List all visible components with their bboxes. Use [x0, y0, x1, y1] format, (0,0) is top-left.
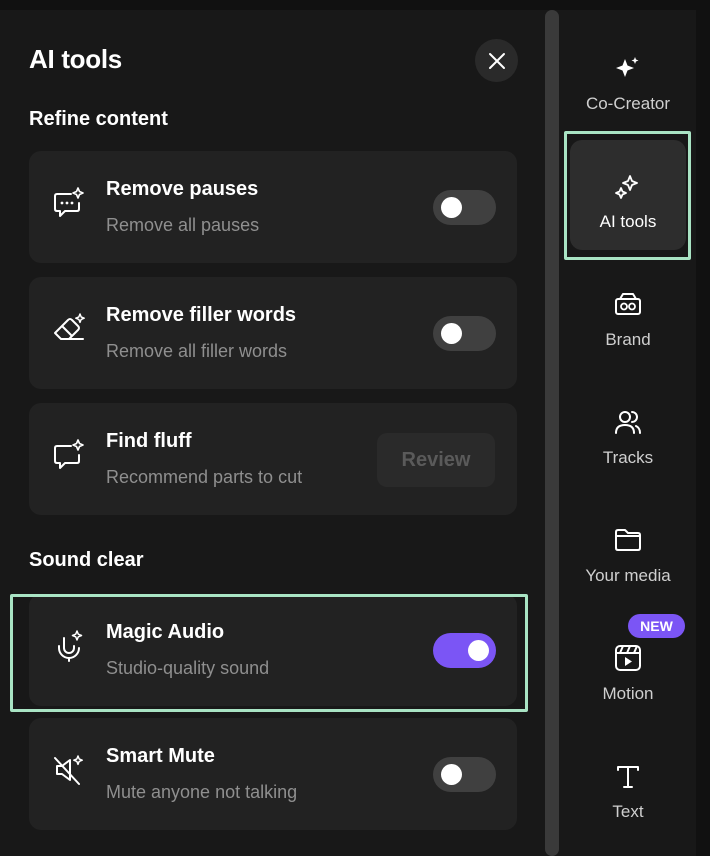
review-button[interactable]: Review: [377, 433, 495, 487]
close-icon: [488, 52, 505, 69]
card-description: Remove all pauses: [106, 215, 260, 235]
smart-mute-toggle[interactable]: [433, 757, 496, 792]
sidebar-item-label: Motion: [602, 684, 654, 703]
card-title: Smart Mute: [106, 745, 215, 767]
sidebar-item-label: Tracks: [602, 448, 654, 467]
sidebar-item-label: Brand: [605, 330, 651, 349]
section-title-refine: Refine content: [29, 108, 168, 130]
sidebar-item-tracks[interactable]: Tracks: [570, 376, 686, 486]
scrollbar-thumb[interactable]: [545, 10, 559, 856]
toggle-knob: [441, 323, 462, 344]
close-button[interactable]: [475, 39, 518, 82]
card-smart-mute: Smart Mute Mute anyone not talking: [29, 718, 517, 830]
tracks-icon: [615, 411, 641, 434]
sidebar-edge: [696, 10, 710, 856]
text-icon: [617, 766, 639, 788]
sidebar-item-brand[interactable]: Brand: [570, 258, 686, 368]
card-title: Remove pauses: [106, 178, 259, 200]
card-title: Remove filler words: [106, 304, 297, 326]
sidebar-item-text[interactable]: Text: [570, 730, 686, 840]
sidebar-item-your-media[interactable]: Your media: [570, 494, 686, 604]
sparkle-icon: [616, 57, 639, 77]
card-title: Find fluff: [106, 430, 192, 452]
card-description: Remove all filler words: [106, 341, 288, 361]
brand-icon: [615, 293, 641, 315]
motion-icon: [615, 645, 641, 671]
top-bar: [0, 0, 710, 10]
section-title-sound: Sound clear: [29, 549, 144, 571]
chat-sparkle-icon: [54, 439, 84, 469]
sidebar-item-label: Your media: [585, 566, 671, 585]
toggle-knob: [441, 197, 462, 218]
toggle-knob: [441, 764, 462, 785]
new-badge: NEW: [628, 614, 685, 638]
magic-audio-highlight: [10, 594, 528, 712]
sidebar-item-label: Co-Creator: [585, 94, 671, 113]
card-description: Recommend parts to cut: [106, 467, 303, 487]
remove-filler-words-toggle[interactable]: [433, 316, 496, 351]
card-find-fluff: Find fluff Recommend parts to cut Review: [29, 403, 517, 515]
ai-tools-highlight: [564, 131, 691, 260]
chat-sparkle-icon: [54, 187, 84, 217]
card-description: Mute anyone not talking: [106, 782, 298, 802]
sidebar-item-co-creator[interactable]: Co-Creator: [570, 22, 686, 132]
remove-pauses-toggle[interactable]: [433, 190, 496, 225]
panel-title: AI tools: [29, 44, 122, 74]
folder-icon: [615, 529, 641, 551]
eraser-icon: [54, 313, 85, 340]
card-remove-pauses: Remove pauses Remove all pauses: [29, 151, 517, 263]
speaker-mute-sparkle-icon: [54, 755, 83, 785]
card-remove-filler-words: Remove filler words Remove all filler wo…: [29, 277, 517, 389]
sidebar-item-label: Text: [612, 802, 644, 821]
